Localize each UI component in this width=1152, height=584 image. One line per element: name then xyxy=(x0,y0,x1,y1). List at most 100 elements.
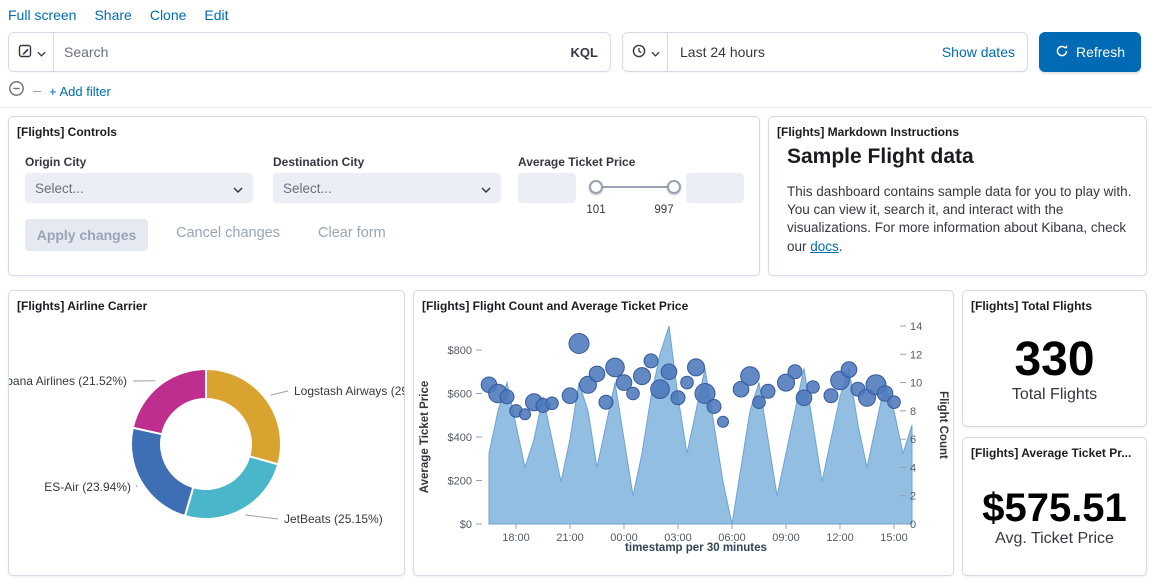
avg-price-bubble[interactable] xyxy=(824,389,838,403)
avg-price-bubble[interactable] xyxy=(661,364,677,380)
saved-query-icon xyxy=(17,43,33,62)
full-screen-link[interactable]: Full screen xyxy=(8,7,76,23)
price-min-input[interactable] xyxy=(518,173,576,203)
slider-min-value: 101 xyxy=(581,204,611,216)
metric-container: 330 Total Flights xyxy=(963,313,1146,426)
total-flights-value: 330 xyxy=(1014,336,1094,384)
donut-label-connector xyxy=(245,515,278,519)
avg-price-bubble[interactable] xyxy=(671,391,685,405)
donut-slice-jetbeats[interactable] xyxy=(185,456,278,519)
airline-donut-chart[interactable]: Logstash Airways (29.39%) JetBeats (25.15… xyxy=(9,291,404,573)
x-axis-tick-label: 12:00 xyxy=(826,532,854,544)
donut-slice-label: Kibana Airlines (21.52%) xyxy=(9,374,127,388)
share-link[interactable]: Share xyxy=(94,7,131,23)
avg-price-bubble[interactable] xyxy=(681,376,694,389)
saved-query-menu-button[interactable] xyxy=(9,33,54,71)
search-input[interactable] xyxy=(54,33,559,71)
chevron-down-icon xyxy=(651,45,660,60)
panel-title: [Flights] Total Flights xyxy=(963,291,1146,313)
donut-slice-label: Logstash Airways (29.39%) xyxy=(294,384,404,398)
time-range-value[interactable]: Last 24 hours xyxy=(668,44,942,60)
add-filter-link[interactable]: + Add filter xyxy=(49,84,111,99)
avg-price-bubble[interactable] xyxy=(761,384,775,398)
flight-count-price-chart[interactable]: $0$200$400$600$8000246810121418:0021:000… xyxy=(414,307,953,573)
price-max-input[interactable] xyxy=(686,173,744,203)
avg-price-bubble[interactable] xyxy=(841,362,857,378)
time-picker-group: Last 24 hours Show dates xyxy=(622,32,1028,72)
show-dates-link[interactable]: Show dates xyxy=(942,44,1027,60)
x-axis-tick-label: 09:00 xyxy=(772,532,800,544)
chevron-down-icon xyxy=(233,181,243,196)
donut-slice-kibana-airlines[interactable] xyxy=(133,369,206,434)
left-axis-tick-label: $600 xyxy=(448,389,472,401)
avg-price-bubble[interactable] xyxy=(589,366,605,382)
docs-link[interactable]: docs xyxy=(810,239,839,254)
refresh-icon xyxy=(1055,44,1069,61)
donut-slice-label: JetBeats (25.15%) xyxy=(284,512,383,526)
dashboard-top-nav: Full screen Share Clone Edit xyxy=(8,7,229,23)
avg-price-bubble[interactable] xyxy=(599,395,613,409)
refresh-button[interactable]: Refresh xyxy=(1039,32,1141,72)
kibana-dashboard-app: Full screen Share Clone Edit KQL xyxy=(0,0,1152,584)
markdown-body: This dashboard contains sample data for … xyxy=(787,183,1139,256)
left-axis-tick-label: $400 xyxy=(448,432,472,444)
apply-changes-button[interactable]: Apply changes xyxy=(25,219,148,251)
right-axis-tick-label: 10 xyxy=(910,378,922,390)
panel-total-flights: [Flights] Total Flights 330 Total Flight… xyxy=(962,290,1147,427)
refresh-button-label: Refresh xyxy=(1076,44,1125,60)
avg-price-bubble[interactable] xyxy=(644,354,658,368)
panel-flights-markdown: [Flights] Markdown Instructions Sample F… xyxy=(768,116,1147,276)
avg-price-bubble[interactable] xyxy=(606,358,625,377)
panel-title: [Flights] Markdown Instructions xyxy=(769,117,1146,139)
slider-track[interactable] xyxy=(595,186,675,188)
avg-price-bubble[interactable] xyxy=(753,396,766,409)
avg-price-bubble[interactable] xyxy=(546,397,559,410)
filter-options-icon[interactable] xyxy=(8,80,25,102)
price-range-slider: 101 997 xyxy=(587,173,683,203)
donut-slice-logstash-airways[interactable] xyxy=(206,369,281,464)
panel-avg-ticket-price: [Flights] Average Ticket Pr... $575.51 A… xyxy=(962,437,1147,576)
avg-price-bubble[interactable] xyxy=(741,367,760,386)
right-axis-tick-label: 14 xyxy=(910,321,922,333)
destination-city-select[interactable]: Select... xyxy=(273,173,501,203)
panel-title: [Flights] Flight Count and Average Ticke… xyxy=(414,291,953,313)
cancel-changes-button[interactable]: Cancel changes xyxy=(176,225,280,241)
destination-city-label: Destination City xyxy=(273,155,364,169)
donut-slice-es-air[interactable] xyxy=(131,428,193,516)
avg-price-bubble[interactable] xyxy=(569,334,589,354)
chevron-down-icon xyxy=(481,181,491,196)
avg-price-bubble[interactable] xyxy=(707,400,721,414)
avg-price-bubble[interactable] xyxy=(888,396,901,409)
clear-form-button[interactable]: Clear form xyxy=(318,225,386,241)
chevron-down-icon xyxy=(37,45,46,60)
kql-language-button[interactable]: KQL xyxy=(559,45,610,60)
avg-price-bubble[interactable] xyxy=(562,388,578,404)
time-quick-menu-button[interactable] xyxy=(623,33,668,71)
total-flights-label: Total Flights xyxy=(1012,386,1097,404)
avg-price-bubble[interactable] xyxy=(807,381,820,394)
right-axis-tick-label: 0 xyxy=(910,519,916,531)
origin-city-select[interactable]: Select... xyxy=(25,173,253,203)
filter-divider xyxy=(33,91,41,92)
edit-link[interactable]: Edit xyxy=(204,7,228,23)
avg-price-bubble[interactable] xyxy=(718,416,729,427)
avg-price-bubble[interactable] xyxy=(651,380,670,399)
slider-max-value: 997 xyxy=(649,204,679,216)
panel-title: [Flights] Airline Carrier xyxy=(9,291,404,313)
avg-price-bubble[interactable] xyxy=(500,390,514,404)
metric-container: $575.51 Avg. Ticket Price xyxy=(963,460,1146,575)
slider-handle-max[interactable] xyxy=(667,180,681,194)
flight-count-area-series[interactable] xyxy=(489,326,912,524)
avg-price-bubble[interactable] xyxy=(688,359,705,376)
avg-price-bubble[interactable] xyxy=(520,409,531,420)
right-axis-tick-label: 6 xyxy=(910,434,916,446)
right-axis-tick-label: 8 xyxy=(910,406,916,418)
avg-price-bubble[interactable] xyxy=(788,365,802,379)
avg-price-bubble[interactable] xyxy=(627,387,640,400)
slider-handle-min[interactable] xyxy=(589,180,603,194)
clone-link[interactable]: Clone xyxy=(150,7,187,23)
avg-price-bubble[interactable] xyxy=(634,368,651,385)
dashboard-grid: [Flights] Controls Origin City Select...… xyxy=(0,107,1152,584)
origin-city-label: Origin City xyxy=(25,155,86,169)
panel-airline-carrier: [Flights] Airline Carrier Logstash Airwa… xyxy=(8,290,405,576)
